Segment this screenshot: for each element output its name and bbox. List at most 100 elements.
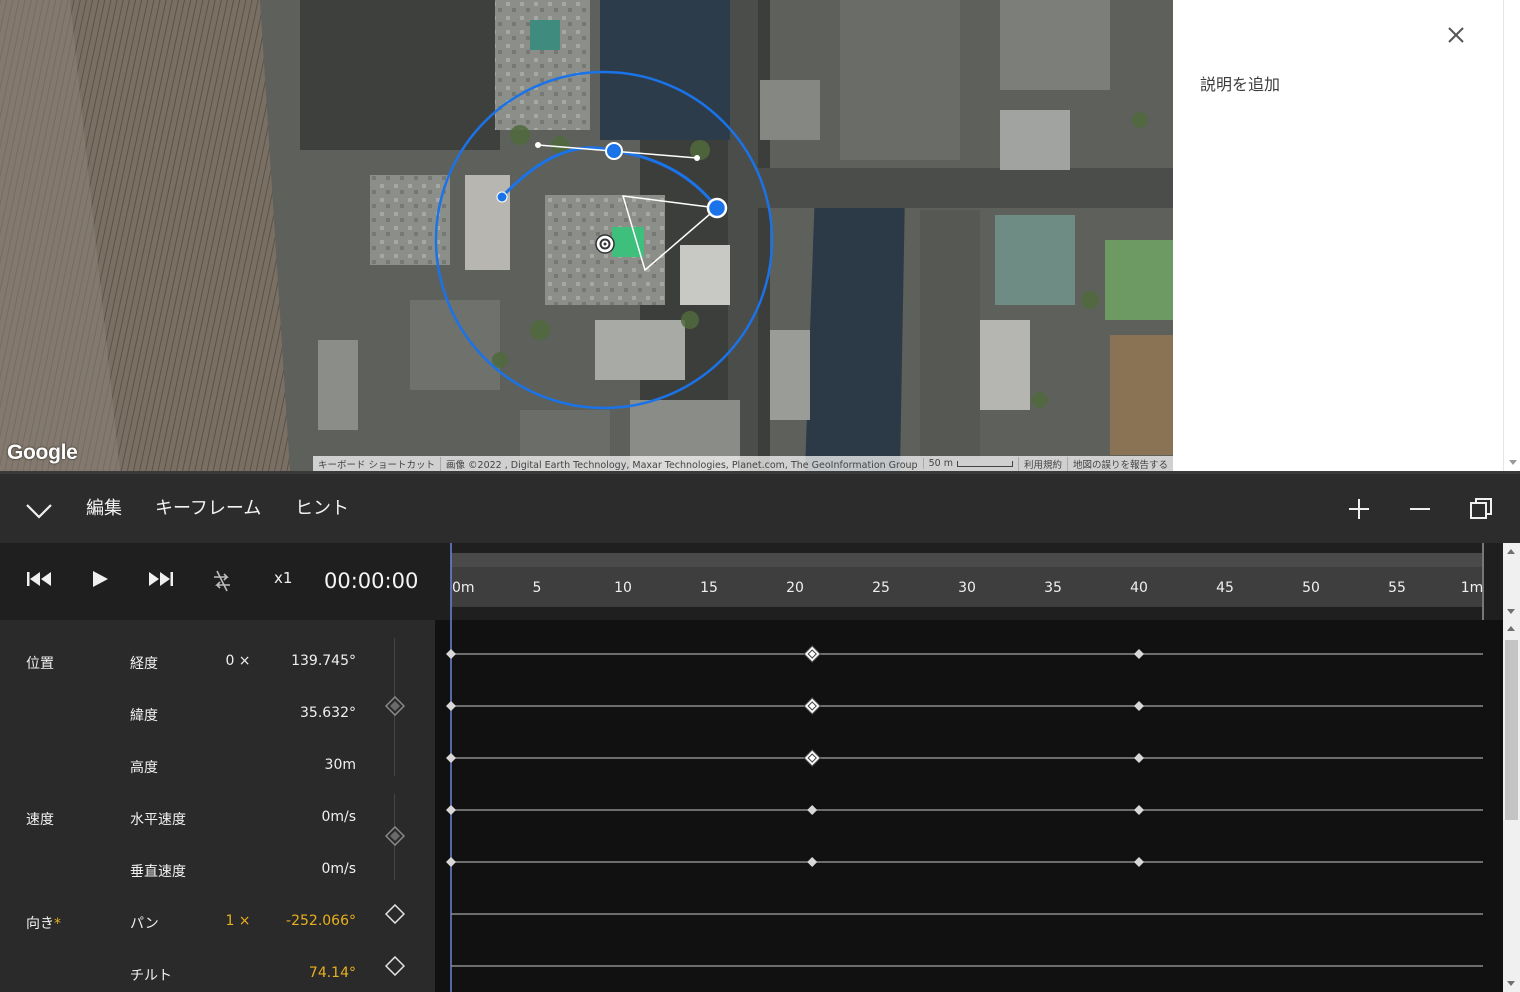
chevron-down-icon[interactable] xyxy=(22,496,56,524)
map-attribution: キーボード ショートカット 画像 ©2022 , Digital Earth T… xyxy=(313,456,1173,471)
keyframe-tracks[interactable] xyxy=(435,620,1503,992)
menu-hints[interactable]: ヒント xyxy=(295,494,349,520)
keyframe-marker[interactable] xyxy=(446,701,456,711)
ruler-tick-label: 25 xyxy=(872,580,890,596)
ruler-tick-label: 15 xyxy=(700,580,718,596)
playback-speed[interactable]: x1 xyxy=(274,569,292,587)
property-multiplier[interactable]: 1 × xyxy=(220,913,256,929)
property-row-longitude: 位置 経度 0 × 139.745° xyxy=(0,628,435,680)
ruler-tick-label: 50 xyxy=(1302,580,1320,596)
keyframe-marker[interactable] xyxy=(1134,753,1144,763)
add-keyframe-icon[interactable] xyxy=(385,904,405,924)
keyframe-marker[interactable] xyxy=(446,753,456,763)
keyframe-marker[interactable] xyxy=(807,857,818,867)
property-row-tilt: チルト 74.14° xyxy=(0,940,435,992)
waypoint-handle xyxy=(605,142,623,160)
report-error-link[interactable]: 地図の誤りを報告する xyxy=(1066,456,1173,471)
property-name: 垂直速度 xyxy=(130,864,186,880)
property-name: 水平速度 xyxy=(130,812,186,828)
imagery-credit: 画像 ©2022 , Digital Earth Technology, Max… xyxy=(440,456,923,471)
ruler-tick-label: 10 xyxy=(614,580,632,596)
tracks-svg xyxy=(446,620,1483,992)
keyframe-marker[interactable] xyxy=(1134,805,1144,815)
ruler-tick-label: 30 xyxy=(958,580,976,596)
plus-icon[interactable] xyxy=(1344,494,1374,524)
property-row-vertical-speed: 垂直速度 0m/s xyxy=(0,836,435,888)
menu-keyframe[interactable]: キーフレーム xyxy=(155,494,261,520)
property-value[interactable]: 139.745° xyxy=(291,653,356,669)
restore-window-icon[interactable] xyxy=(1466,494,1496,524)
property-multiplier[interactable]: 0 × xyxy=(220,653,256,669)
scale-label: 50 m xyxy=(928,458,953,469)
property-list: 位置 経度 0 × 139.745° 緯度 35.632° 高度 30m 速度 … xyxy=(0,620,435,992)
scroll-up-arrow-icon[interactable] xyxy=(1507,549,1515,554)
description-panel: 説明を追加 xyxy=(1173,0,1503,471)
menu-edit[interactable]: 編集 xyxy=(86,494,122,520)
studio-root: Google キーボード ショートカット 画像 ©2022 , Digital … xyxy=(0,0,1520,992)
group-label-position: 位置 xyxy=(26,656,54,672)
transport-controls: x1 00:00:00 xyxy=(0,543,435,620)
keyframe-marker[interactable] xyxy=(807,805,818,815)
keyframe-marker[interactable] xyxy=(1134,857,1144,867)
camera-marker xyxy=(706,197,728,219)
ruler-scrollbar[interactable] xyxy=(1503,543,1520,620)
description-scrollbar[interactable] xyxy=(1503,0,1520,471)
ruler-tick-label: 1m xyxy=(1461,580,1484,596)
property-value[interactable]: -252.066° xyxy=(286,913,356,929)
property-name: パン xyxy=(130,916,159,932)
scroll-thumb[interactable] xyxy=(1505,640,1518,820)
group-label-text: 向き xyxy=(26,916,54,932)
scale-indicator[interactable]: 50 m xyxy=(922,458,1018,469)
timeline-menubar: 編集 キーフレーム ヒント xyxy=(0,471,1520,543)
property-name: チルト xyxy=(130,968,172,984)
keyboard-shortcuts-link[interactable]: キーボード ショートカット xyxy=(313,457,440,471)
property-name: 緯度 xyxy=(130,708,158,724)
ruler-tick-label: 5 xyxy=(533,580,542,596)
keyframe-diamond-icon[interactable] xyxy=(385,826,405,846)
property-value[interactable]: 0m/s xyxy=(321,809,356,825)
ruler-tick-label: 20 xyxy=(786,580,804,596)
satellite-imagery xyxy=(0,0,1173,471)
property-value[interactable]: 35.632° xyxy=(300,705,356,721)
scroll-down-arrow-icon[interactable] xyxy=(1507,981,1515,986)
keyframe-marker[interactable] xyxy=(446,857,456,867)
property-name: 高度 xyxy=(130,760,158,776)
terms-link[interactable]: 利用規約 xyxy=(1017,456,1067,471)
add-description-field[interactable]: 説明を追加 xyxy=(1200,71,1280,95)
keyframe-marker[interactable] xyxy=(1134,701,1144,711)
property-row-pan: 向き* パン 1 × -252.066° xyxy=(0,888,435,940)
close-icon[interactable] xyxy=(1443,22,1469,48)
keyframe-diamond-icon[interactable] xyxy=(385,696,405,716)
property-value[interactable]: 30m xyxy=(325,757,356,773)
ruler-svg: 0m 5 10 15 20 25 30 35 40 45 50 55 1m xyxy=(450,543,1484,620)
skip-to-start-icon[interactable] xyxy=(26,568,54,590)
tracks-scrollbar[interactable] xyxy=(1503,620,1520,992)
google-logo: Google xyxy=(7,441,78,464)
group-label-speed: 速度 xyxy=(26,812,54,828)
add-keyframe-icon[interactable] xyxy=(385,956,405,976)
property-row-altitude: 高度 30m xyxy=(0,732,435,784)
play-icon[interactable] xyxy=(89,568,111,590)
ruler-tick-label: 40 xyxy=(1130,580,1148,596)
scale-bar xyxy=(956,460,1013,467)
property-row-latitude: 緯度 35.632° xyxy=(0,680,435,732)
group-label-orientation: 向き* xyxy=(26,913,61,933)
scroll-up-arrow-icon[interactable] xyxy=(1507,626,1515,631)
modified-marker: * xyxy=(54,916,61,932)
scroll-down-arrow-icon[interactable] xyxy=(1507,609,1515,614)
minus-icon[interactable] xyxy=(1405,494,1435,524)
property-value[interactable]: 0m/s xyxy=(321,861,356,877)
satellite-map[interactable]: Google キーボード ショートカット 画像 ©2022 , Digital … xyxy=(0,0,1173,471)
property-value[interactable]: 74.14° xyxy=(309,965,356,981)
keyframe-marker[interactable] xyxy=(446,649,456,659)
keyframe-marker[interactable] xyxy=(446,805,456,815)
timeline-ruler[interactable]: 0m 5 10 15 20 25 30 35 40 45 50 55 1m xyxy=(435,543,1503,620)
scroll-down-arrow-icon[interactable] xyxy=(1509,460,1517,465)
property-row-horizontal-speed: 速度 水平速度 0m/s xyxy=(0,784,435,836)
ruler-tick-label: 55 xyxy=(1388,580,1406,596)
ruler-scroll-track xyxy=(451,553,1483,567)
keyframe-marker[interactable] xyxy=(1134,649,1144,659)
skip-to-end-icon[interactable] xyxy=(146,568,174,590)
ruler-tick-label: 0m xyxy=(452,580,475,596)
loop-off-icon[interactable] xyxy=(209,568,235,594)
